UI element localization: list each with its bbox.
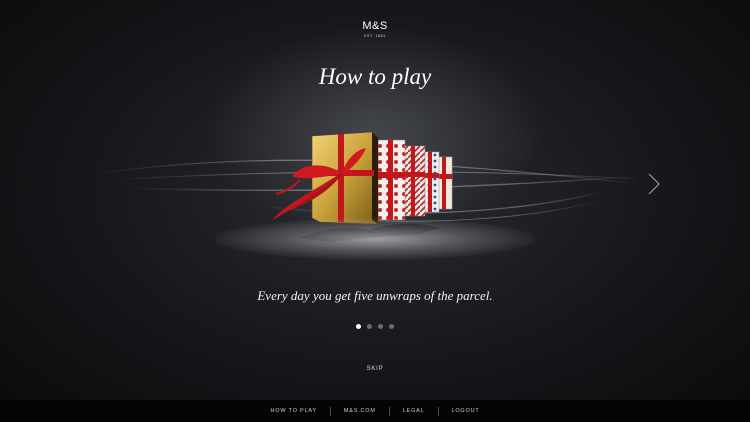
logo-wordmark: M&S [362, 20, 388, 32]
skip-container: SKIP [0, 357, 750, 375]
footer-link-how-to-play[interactable]: HOW TO PLAY [257, 408, 329, 414]
footer-link-ms-com[interactable]: M&S.COM [331, 408, 389, 414]
ms-logo: M&S EST. 1884 [0, 20, 750, 38]
pagination-dot-1[interactable] [356, 324, 361, 329]
instruction-text: Every day you get five unwraps of the pa… [257, 288, 493, 303]
pagination-dot-4[interactable] [389, 324, 394, 329]
how-to-play-screen: M&S EST. 1884 How to play Every day you … [0, 0, 750, 422]
pagination-dots [0, 324, 750, 329]
page-title: How to play [318, 64, 432, 89]
chevron-right-icon[interactable] [646, 172, 662, 196]
logo-tagline: EST. 1884 [364, 34, 386, 38]
pagination-dot-2[interactable] [367, 324, 372, 329]
footer-link-logout[interactable]: LOGOUT [439, 408, 493, 414]
pagination-dot-3[interactable] [378, 324, 383, 329]
parcel-scene [0, 110, 750, 270]
skip-button[interactable]: SKIP [367, 366, 384, 372]
footer-link-legal[interactable]: LEGAL [390, 408, 438, 414]
footer-nav: HOW TO PLAY M&S.COM LEGAL LOGOUT [0, 400, 750, 422]
spotlight [215, 218, 535, 260]
